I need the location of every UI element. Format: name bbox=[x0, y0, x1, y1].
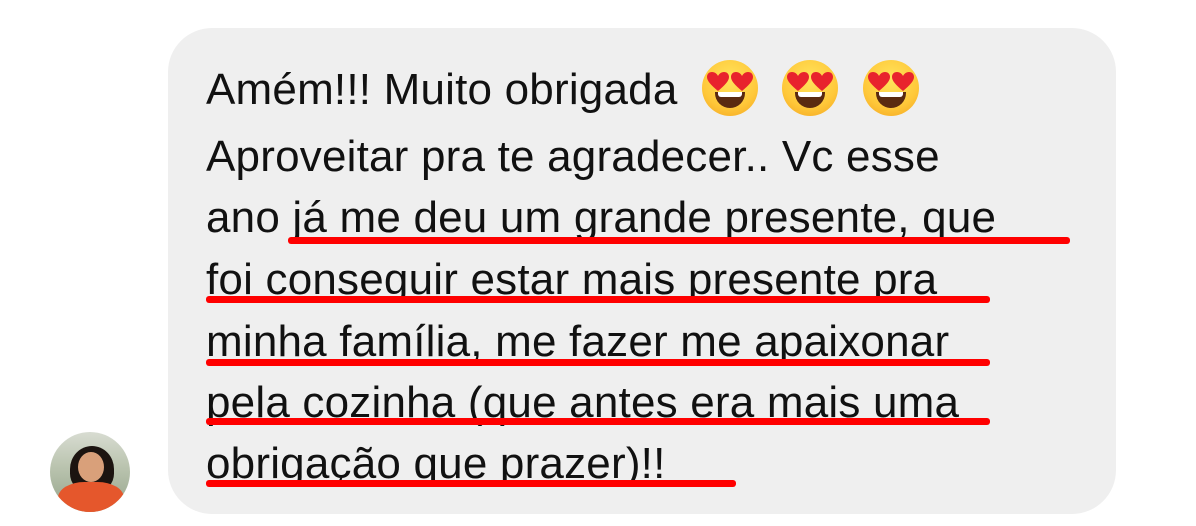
red-underline-mark bbox=[206, 359, 990, 366]
red-underline-mark bbox=[206, 480, 736, 487]
red-underline-mark bbox=[206, 418, 990, 425]
red-underline-mark bbox=[206, 296, 990, 303]
message-line-1-text: Amém!!! Muito obrigada bbox=[206, 65, 678, 114]
heart-eyes-emoji-icon bbox=[782, 60, 839, 116]
sender-avatar[interactable] bbox=[50, 432, 130, 512]
message-line-2: Aproveitar pra te agradecer.. Vc esse bbox=[206, 132, 940, 181]
heart-eyes-emoji-icon bbox=[701, 60, 758, 116]
avatar-face bbox=[78, 452, 104, 482]
avatar-shirt bbox=[58, 482, 124, 512]
red-underline-mark bbox=[288, 237, 1070, 244]
message-line-1: Amém!!! Muito obrigada bbox=[206, 60, 919, 120]
heart-eyes-emoji-icon bbox=[862, 60, 919, 116]
